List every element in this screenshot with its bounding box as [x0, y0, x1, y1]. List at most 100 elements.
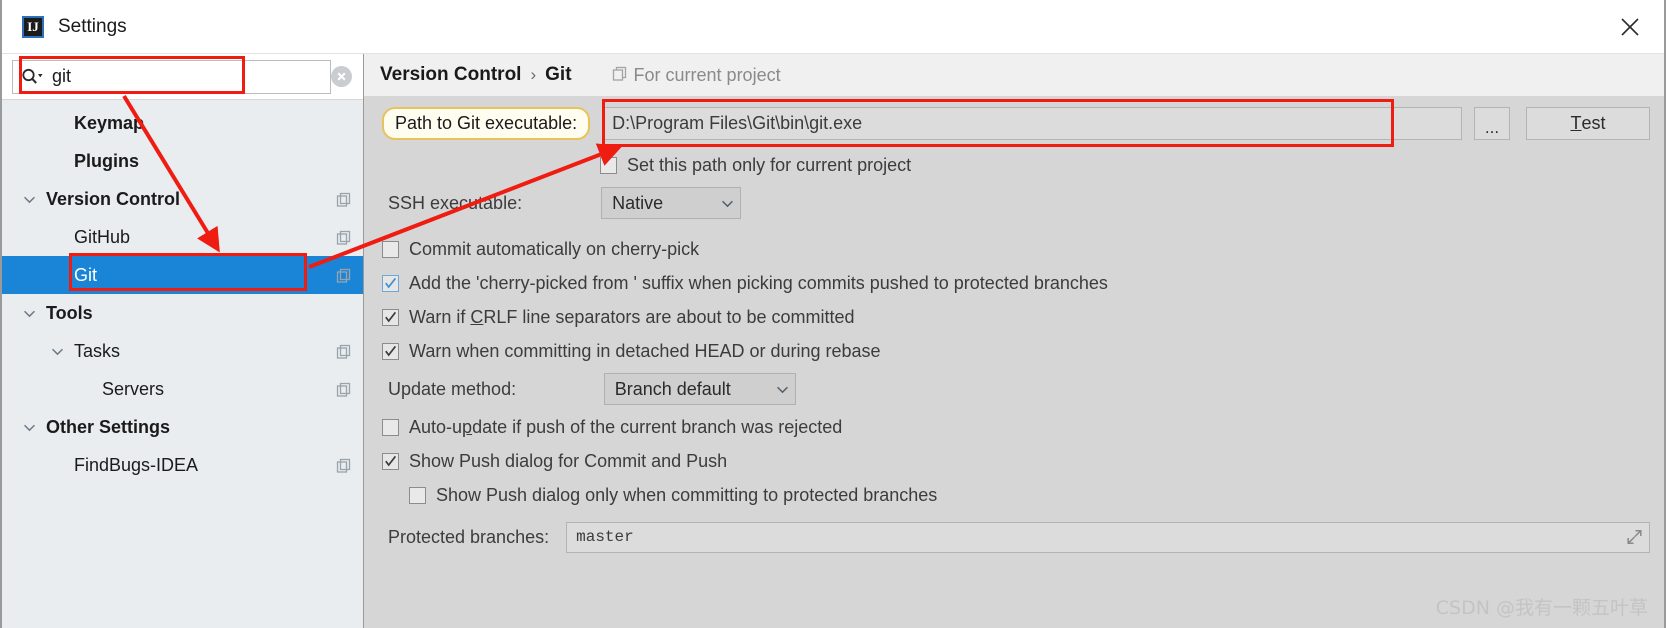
sidebar-item-label: Tasks	[74, 341, 120, 362]
sidebar-item-findbugs-idea[interactable]: FindBugs-IDEA	[2, 446, 363, 484]
chevron-down-icon[interactable]	[18, 309, 40, 318]
checkbox-row-warn-if-crlf-line-separators-are-about-to-be-c[interactable]: Warn if CRLF line separators are about t…	[364, 300, 1664, 334]
sidebar-item-tasks[interactable]: Tasks	[2, 332, 363, 370]
watermark: CSDN @我有一颗五叶草	[1436, 593, 1648, 620]
breadcrumb-separator: ›	[530, 65, 536, 85]
checkbox-commit-automatically-on-cherry-pick[interactable]	[382, 241, 399, 258]
path-to-git-row: Path to Git executable: D:\Program Files…	[364, 102, 1664, 144]
ssh-executable-value: Native	[612, 193, 663, 214]
update-method-label: Update method:	[388, 379, 516, 400]
sidebar-item-label: Version Control	[46, 189, 180, 210]
protected-branches-row: Protected branches: master	[364, 516, 1664, 558]
search-value: git	[52, 66, 324, 87]
checkbox-warn-if-crlf-line-separators-are-about-to-be-c[interactable]	[382, 309, 399, 326]
checkbox-label: Warn if CRLF line separators are about t…	[409, 307, 855, 328]
ssh-executable-row: SSH executable: Native	[364, 182, 1664, 224]
sidebar-item-version-control[interactable]: Version Control	[2, 180, 363, 218]
checkbox-show-push-dialog-for-commit-and-push[interactable]	[382, 453, 399, 470]
test-button[interactable]: Test	[1526, 107, 1650, 140]
chevron-down-icon[interactable]	[18, 423, 40, 432]
update-method-value: Branch default	[615, 379, 731, 400]
checkbox-auto-update-if-push-of-the-current-branch-was-[interactable]	[382, 419, 399, 436]
checkbox-row-show-push-dialog-for-commit-and-push[interactable]: Show Push dialog for Commit and Push	[364, 444, 1664, 478]
path-to-git-input[interactable]: D:\Program Files\Git\bin\git.exe	[602, 107, 1462, 140]
checkbox-set-this-path-only-for-current-project[interactable]	[600, 157, 617, 174]
settings-tree: Keymap Plugins Version Control GitHub Git Too…	[2, 100, 363, 628]
copy-icon	[336, 382, 351, 397]
sidebar-item-github[interactable]: GitHub	[2, 218, 363, 256]
settings-sidebar: git Keymap Plugins Version Control GitHub Gi…	[2, 54, 364, 628]
breadcrumb: Version Control › Git For current projec…	[364, 54, 1664, 96]
checkbox-row-show-push-dialog-only-when-committing-to-prote[interactable]: Show Push dialog only when committing to…	[364, 478, 1664, 512]
window-title: Settings	[58, 16, 127, 38]
chevron-down-icon[interactable]	[18, 195, 40, 204]
copy-icon	[612, 65, 627, 86]
chevron-down-icon	[721, 199, 734, 208]
sidebar-item-keymap[interactable]: Keymap	[2, 104, 363, 142]
clear-circle-icon[interactable]	[331, 66, 352, 87]
settings-detail-panel: Version Control › Git For current projec…	[364, 54, 1664, 628]
checkbox-row-add-the-cherry-picked-from-hash-suffix-when-pi[interactable]: Add the 'cherry-picked from ' suffix whe…	[364, 266, 1664, 300]
ssh-executable-select[interactable]: Native	[601, 187, 741, 219]
checkbox-warn-when-committing-in-detached-head-or-durin[interactable]	[382, 343, 399, 360]
checkbox-label: Set this path only for current project	[627, 155, 911, 176]
copy-icon	[336, 344, 351, 359]
sidebar-item-label: GitHub	[74, 227, 130, 248]
checkbox-row-auto-update-if-push-of-the-current-branch-was-[interactable]: Auto-update if push of the current branc…	[364, 410, 1664, 444]
checkbox-row-commit-automatically-on-cherry-pick[interactable]: Commit automatically on cherry-pick	[364, 232, 1664, 266]
update-method-select[interactable]: Branch default	[604, 373, 796, 405]
scope-indicator: For current project	[612, 65, 781, 86]
sidebar-item-label: Tools	[46, 303, 93, 324]
search-icon	[21, 68, 43, 86]
checkbox-label: Auto-update if push of the current branc…	[409, 417, 842, 438]
chevron-down-icon	[776, 385, 789, 394]
sidebar-item-other-settings[interactable]: Other Settings	[2, 408, 363, 446]
copy-icon	[336, 230, 351, 245]
checkbox-label: Commit automatically on cherry-pick	[409, 239, 699, 260]
checkbox-add-the-cherry-picked-from-hash-suffix-when-pi[interactable]	[382, 275, 399, 292]
spacer	[364, 224, 1664, 232]
ssh-executable-label: SSH executable:	[388, 193, 522, 214]
sidebar-item-label: FindBugs-IDEA	[74, 455, 198, 476]
settings-dialog: IJ Settings git	[0, 0, 1666, 628]
checkbox-label: Show Push dialog only when committing to…	[436, 485, 937, 506]
path-to-git-label: Path to Git executable:	[382, 107, 590, 140]
sidebar-item-label: Plugins	[74, 151, 139, 172]
expand-icon[interactable]	[1626, 529, 1643, 546]
checkbox-row-set-path-current-project[interactable]: Set this path only for current project	[364, 148, 1664, 182]
sidebar-item-tools[interactable]: Tools	[2, 294, 363, 332]
copy-icon	[336, 268, 351, 283]
sidebar-item-servers[interactable]: Servers	[2, 370, 363, 408]
protected-branches-input[interactable]: master	[566, 522, 1650, 553]
checkbox-label: Add the 'cherry-picked from ' suffix whe…	[409, 273, 1108, 294]
copy-icon	[336, 192, 351, 207]
sidebar-item-plugins[interactable]: Plugins	[2, 142, 363, 180]
sidebar-item-label: Other Settings	[46, 417, 170, 438]
scope-label: For current project	[634, 65, 781, 86]
sidebar-item-label: Keymap	[74, 113, 144, 134]
browse-button[interactable]: ...	[1474, 107, 1510, 140]
checkbox-show-push-dialog-only-when-committing-to-prote[interactable]	[409, 487, 426, 504]
copy-icon	[336, 458, 351, 473]
dialog-body: git Keymap Plugins Version Control GitHub Gi…	[2, 54, 1664, 628]
breadcrumb-parent[interactable]: Version Control	[380, 64, 521, 86]
checkbox-label: Warn when committing in detached HEAD or…	[409, 341, 881, 362]
sidebar-item-git[interactable]: Git	[2, 256, 363, 294]
protected-branches-value: master	[576, 528, 634, 546]
title-bar: IJ Settings	[2, 0, 1664, 54]
test-button-mnemonic: T	[1570, 113, 1581, 134]
update-method-row: Update method: Branch default	[364, 368, 1664, 410]
git-settings-form: Path to Git executable: D:\Program Files…	[364, 96, 1664, 628]
breadcrumb-current: Git	[545, 64, 571, 86]
search-input[interactable]: git	[12, 60, 331, 94]
checkbox-label: Show Push dialog for Commit and Push	[409, 451, 727, 472]
sidebar-item-label: Git	[74, 265, 97, 286]
close-icon[interactable]	[1610, 7, 1650, 47]
git-options-stack: Set this path only for current project SS…	[364, 148, 1664, 628]
intellij-idea-icon: IJ	[22, 16, 44, 38]
checkbox-row-warn-when-committing-in-detached-head-or-durin[interactable]: Warn when committing in detached HEAD or…	[364, 334, 1664, 368]
search-row: git	[2, 54, 363, 100]
protected-branches-label: Protected branches:	[388, 527, 549, 548]
chevron-down-icon[interactable]	[46, 347, 68, 356]
sidebar-item-label: Servers	[102, 379, 164, 400]
